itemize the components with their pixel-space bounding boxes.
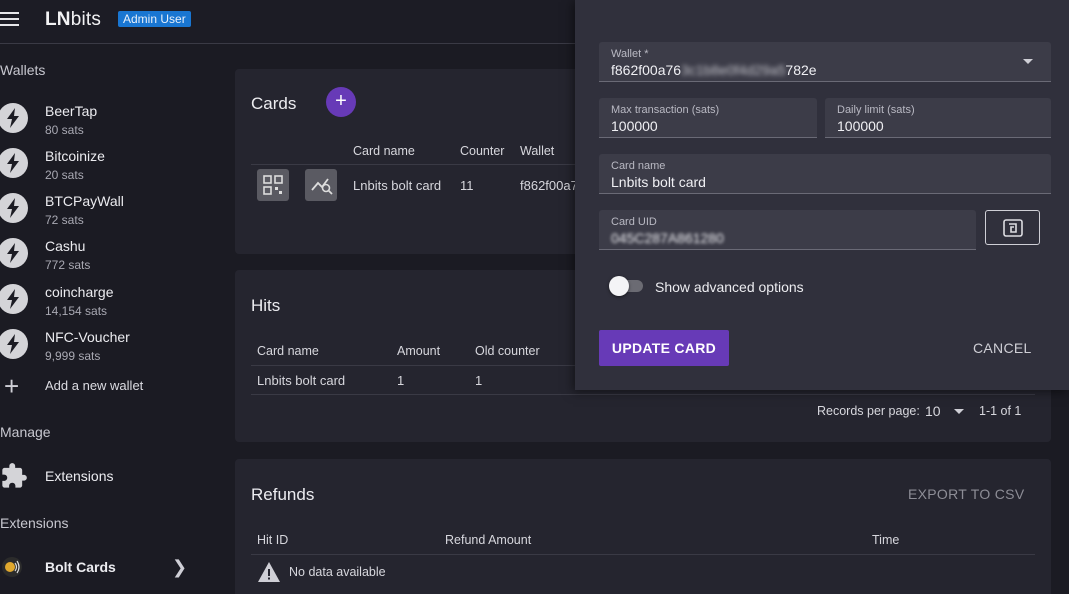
records-per-page-select[interactable]: 10	[925, 403, 941, 419]
wallet-balance: 72 sats	[45, 213, 84, 227]
export-csv-button[interactable]: EXPORT TO CSV	[908, 486, 1024, 502]
wallet-name: Cashu	[45, 238, 86, 254]
wallet-bolt-icon	[0, 238, 28, 268]
add-wallet-label: Add a new wallet	[45, 378, 144, 393]
wallet-balance: 20 sats	[45, 168, 84, 182]
card-name-input[interactable]: Card name Lnbits bolt card	[599, 154, 1051, 194]
col-card-name[interactable]: Card name	[353, 144, 415, 158]
wallet-item-bitcoinize[interactable]: Bitcoinize 20 sats	[0, 140, 215, 182]
wallet-name: BTCPayWall	[45, 193, 124, 209]
card-uid-input[interactable]: Card UID 045C287A861280	[599, 210, 976, 250]
wallet-item-btcpaywall[interactable]: BTCPayWall 72 sats	[0, 185, 215, 227]
wallet-item-cashu[interactable]: Cashu 772 sats	[0, 230, 215, 272]
brand-logo[interactable]: LNbits	[45, 9, 101, 31]
wallet-select-value: f862f00a763c1b8e0f4d29a5782e	[611, 62, 817, 78]
add-card-button[interactable]: +	[326, 87, 356, 117]
records-per-page-label: Records per page:	[817, 404, 920, 418]
wallet-bolt-icon	[0, 103, 28, 133]
caret-down-icon	[1023, 59, 1033, 64]
wallet-item-nfc-voucher[interactable]: NFC-Voucher 9,999 sats	[0, 321, 215, 363]
wallet-bolt-icon	[0, 284, 28, 314]
update-card-button[interactable]: UPDATE CARD	[599, 330, 729, 366]
wallet-name: coincharge	[45, 284, 114, 300]
col-old-counter[interactable]: Old counter	[475, 344, 540, 358]
wallet-bolt-icon	[0, 329, 28, 359]
chevron-right-icon: ❯	[172, 557, 188, 577]
advanced-options-toggle[interactable]	[609, 276, 645, 296]
col-counter[interactable]: Counter	[460, 144, 504, 158]
wallet-select[interactable]: Wallet * f862f00a763c1b8e0f4d29a5782e	[599, 42, 1051, 82]
nfc-read-button[interactable]	[985, 210, 1040, 245]
max-transaction-input[interactable]: Max transaction (sats) 100000	[599, 98, 817, 138]
qr-code-icon	[263, 175, 283, 195]
col-amount[interactable]: Amount	[397, 344, 440, 358]
sidebar-item-bolt-cards[interactable]: Bolt Cards ❯	[0, 551, 215, 583]
card-name-cell: Lnbits bolt card	[353, 178, 442, 193]
card-uid-label: Card UID	[611, 216, 657, 228]
refunds-title: Refunds	[251, 485, 315, 504]
wallet-bolt-icon	[0, 148, 28, 178]
wallets-section-title: Wallets	[0, 62, 46, 78]
bolt-cards-logo-icon	[2, 557, 22, 577]
col-hit-id[interactable]: Hit ID	[257, 533, 288, 547]
card-uid-value: 045C287A861280	[611, 230, 724, 246]
wallet-name: BeerTap	[45, 103, 98, 119]
wallet-select-label: Wallet *	[611, 48, 649, 60]
edit-card-dialog: Wallet * f862f00a763c1b8e0f4d29a5782e Ma…	[575, 0, 1069, 390]
wallet-item-beertap[interactable]: BeerTap 80 sats	[0, 95, 215, 137]
nfc-icon	[1003, 219, 1023, 237]
divider	[251, 164, 581, 165]
wallet-cell: f862f00a7	[520, 178, 578, 193]
extensions-label: Extensions	[45, 468, 114, 484]
daily-limit-value: 100000	[837, 118, 884, 134]
col-wallet[interactable]: Wallet	[520, 144, 554, 158]
chart-search-icon	[311, 178, 333, 195]
caret-down-icon[interactable]	[954, 409, 964, 414]
hit-old-counter-cell: 1	[475, 373, 483, 388]
cards-title: Cards	[251, 94, 297, 113]
card-name-label: Card name	[611, 160, 666, 172]
add-wallet-button[interactable]: + Add a new wallet	[0, 371, 215, 401]
card-name-value: Lnbits bolt card	[611, 174, 706, 190]
wallet-balance: 772 sats	[45, 258, 91, 272]
col-card-name[interactable]: Card name	[257, 344, 319, 358]
wallet-name: NFC-Voucher	[45, 329, 130, 345]
pagination-range: 1-1 of 1	[979, 404, 1022, 418]
no-data-message: No data available	[289, 565, 386, 579]
sidebar: Wallets BeerTap 80 sats Bitcoinize 20 sa…	[0, 45, 215, 594]
hits-title: Hits	[251, 296, 281, 315]
max-transaction-label: Max transaction (sats)	[611, 104, 720, 116]
wallet-balance: 80 sats	[45, 123, 84, 137]
qr-code-button[interactable]	[257, 169, 289, 201]
wallet-item-coincharge[interactable]: coincharge 14,154 sats	[0, 276, 215, 318]
manage-section-title: Manage	[0, 424, 51, 440]
extensions-section-title: Extensions	[0, 515, 69, 531]
hit-card-name-cell: Lnbits bolt card	[257, 373, 346, 388]
counter-cell: 11	[460, 178, 474, 193]
hit-amount-cell: 1	[397, 373, 405, 388]
puzzle-icon	[2, 463, 27, 488]
refunds-panel: Refunds EXPORT TO CSV Hit ID Refund Amou…	[235, 459, 1051, 594]
wallet-name: Bitcoinize	[45, 148, 105, 164]
bolt-cards-label: Bolt Cards	[45, 559, 116, 575]
wallet-balance: 14,154 sats	[45, 304, 108, 318]
col-refund-amount[interactable]: Refund Amount	[445, 533, 531, 547]
plus-icon: +	[4, 371, 20, 401]
daily-limit-label: Daily limit (sats)	[837, 104, 915, 116]
daily-limit-input[interactable]: Daily limit (sats) 100000	[825, 98, 1051, 138]
wallet-bolt-icon	[0, 193, 28, 223]
admin-user-badge: Admin User	[118, 11, 191, 27]
wallet-balance: 9,999 sats	[45, 349, 101, 363]
col-time[interactable]: Time	[872, 533, 899, 547]
card-stats-button[interactable]	[305, 169, 337, 201]
cancel-button[interactable]: CANCEL	[973, 340, 1032, 356]
sidebar-item-extensions[interactable]: Extensions	[0, 460, 215, 492]
divider	[251, 394, 1035, 395]
advanced-options-label: Show advanced options	[655, 279, 804, 295]
warning-icon	[258, 562, 280, 582]
hamburger-menu-icon[interactable]	[0, 12, 20, 28]
divider	[251, 554, 1035, 555]
max-transaction-value: 100000	[611, 118, 658, 134]
